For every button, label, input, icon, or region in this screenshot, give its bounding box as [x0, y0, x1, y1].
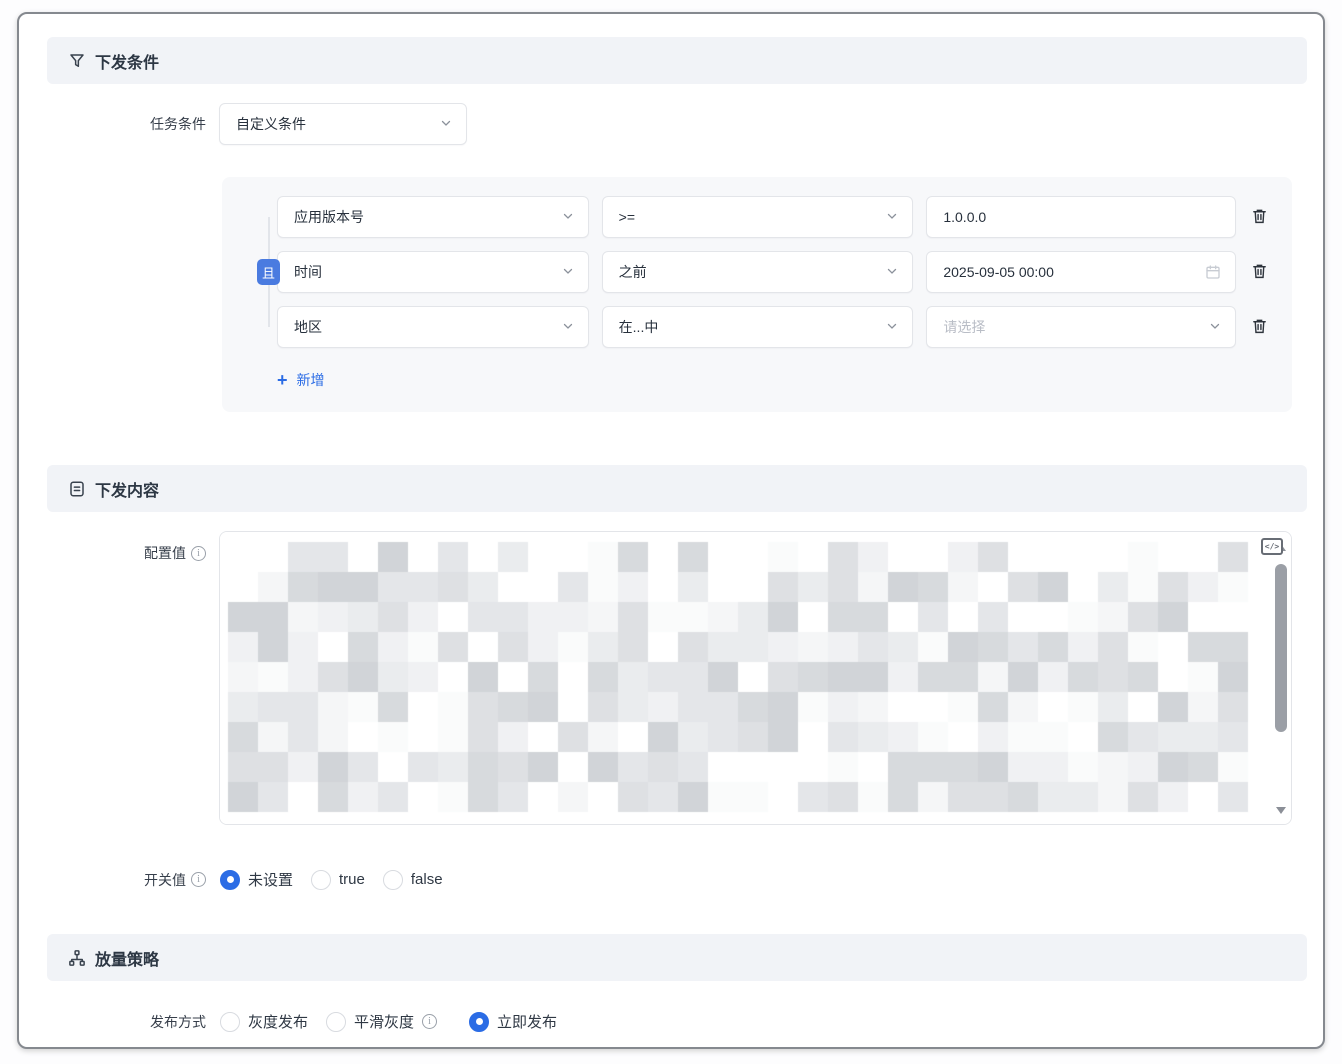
- condition-value-input[interactable]: [926, 196, 1236, 238]
- config-value-editor[interactable]: </>: [219, 531, 1292, 825]
- config-value-row: 配置值 i </>: [47, 531, 1307, 825]
- trash-icon: [1251, 207, 1268, 228]
- editor-scrollbar[interactable]: [1274, 532, 1288, 824]
- chevron-down-icon: [886, 319, 898, 335]
- redacted-config-content: [220, 532, 1291, 824]
- section-title: 放量策略: [95, 946, 159, 970]
- switch-option-true[interactable]: true: [311, 870, 365, 890]
- publish-method-row: 发布方式 灰度发布 平滑灰度 i 立即发布: [47, 1011, 1307, 1032]
- publish-option-immediate[interactable]: 立即发布: [469, 1011, 557, 1032]
- condition-row: 时间 之前 2025-09-05 00:00: [277, 251, 1268, 293]
- section-header-strategy: 放量策略: [47, 934, 1307, 981]
- task-condition-row: 任务条件 自定义条件: [47, 103, 1307, 145]
- publish-option-gray[interactable]: 灰度发布: [220, 1011, 308, 1032]
- delete-condition-button[interactable]: [1251, 207, 1268, 228]
- task-condition-label: 任务条件: [47, 114, 206, 134]
- condition-field-select[interactable]: 应用版本号: [277, 196, 589, 238]
- radio-icon: [220, 870, 240, 890]
- condition-operator-select[interactable]: >=: [602, 196, 914, 238]
- condition-value-select[interactable]: 请选择: [926, 306, 1236, 348]
- condition-field-select[interactable]: 地区: [277, 306, 589, 348]
- config-form-card: 下发条件 任务条件 自定义条件 且 应用版本号 >=: [17, 12, 1325, 1049]
- condition-operator-select[interactable]: 之前: [602, 251, 914, 293]
- delete-condition-button[interactable]: [1251, 317, 1268, 338]
- trash-icon: [1251, 262, 1268, 283]
- logic-and-badge: 且: [257, 259, 280, 285]
- chevron-down-icon: [440, 116, 452, 132]
- calendar-icon: [1205, 264, 1221, 280]
- publish-method-label: 发布方式: [47, 1012, 206, 1032]
- radio-icon: [383, 870, 403, 890]
- publish-option-smooth-gray[interactable]: 平滑灰度 i: [326, 1011, 437, 1032]
- code-icon[interactable]: </>: [1261, 538, 1283, 555]
- section-header-conditions: 下发条件: [47, 37, 1307, 84]
- radio-icon: [469, 1012, 489, 1032]
- info-icon[interactable]: i: [422, 1014, 437, 1029]
- scrollbar-thumb[interactable]: [1275, 564, 1287, 732]
- condition-field-select[interactable]: 时间: [277, 251, 589, 293]
- condition-operator-select[interactable]: 在...中: [602, 306, 914, 348]
- chevron-down-icon: [886, 209, 898, 225]
- condition-row: 应用版本号 >=: [277, 196, 1268, 238]
- chevron-down-icon: [562, 319, 574, 335]
- task-condition-value: 自定义条件: [236, 114, 306, 134]
- scroll-down-icon[interactable]: [1276, 807, 1286, 814]
- switch-value-label: 开关值 i: [47, 870, 206, 890]
- document-icon: [68, 480, 86, 498]
- section-title: 下发内容: [95, 477, 159, 501]
- condition-group-panel: 且 应用版本号 >= 时间: [222, 177, 1292, 412]
- condition-row: 地区 在...中 请选择: [277, 306, 1268, 348]
- delete-condition-button[interactable]: [1251, 262, 1268, 283]
- switch-option-unset[interactable]: 未设置: [220, 869, 293, 890]
- info-icon[interactable]: i: [191, 546, 206, 561]
- chevron-down-icon: [886, 264, 898, 280]
- task-condition-select[interactable]: 自定义条件: [219, 103, 467, 145]
- plus-icon: +: [277, 371, 288, 389]
- info-icon[interactable]: i: [191, 872, 206, 887]
- chevron-down-icon: [1209, 319, 1221, 335]
- trash-icon: [1251, 317, 1268, 338]
- switch-option-false[interactable]: false: [383, 870, 443, 890]
- add-condition-button[interactable]: + 新增: [277, 370, 325, 390]
- condition-date-input[interactable]: 2025-09-05 00:00: [926, 251, 1236, 293]
- chevron-down-icon: [562, 264, 574, 280]
- filter-icon: [68, 52, 86, 70]
- config-value-label: 配置值 i: [47, 531, 206, 563]
- section-header-content: 下发内容: [47, 465, 1307, 512]
- radio-icon: [326, 1012, 346, 1032]
- chevron-down-icon: [562, 209, 574, 225]
- section-title: 下发条件: [95, 49, 159, 73]
- radio-icon: [220, 1012, 240, 1032]
- radio-icon: [311, 870, 331, 890]
- sitemap-icon: [68, 949, 86, 967]
- switch-value-row: 开关值 i 未设置 true false: [47, 869, 1307, 890]
